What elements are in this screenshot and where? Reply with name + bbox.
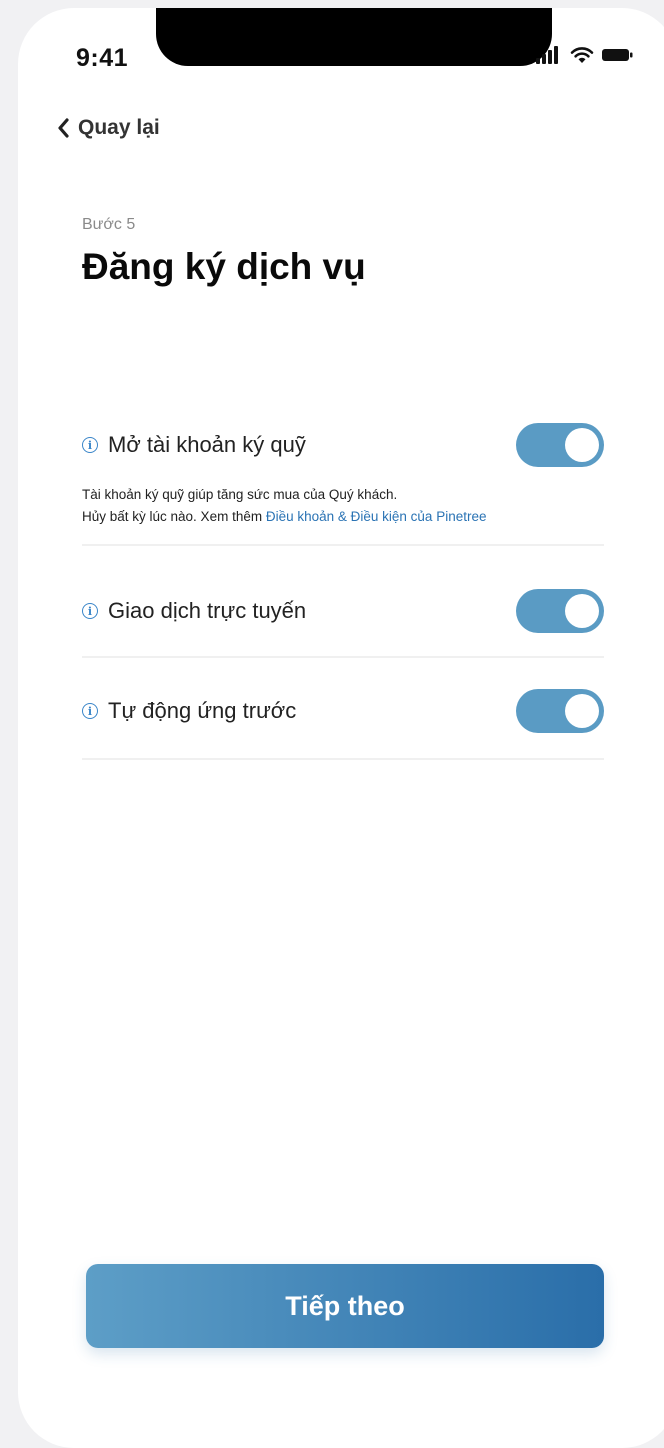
service-row-margin: i Mở tài khoản ký quỹ Tài khoản ký quỹ g… [82,420,604,546]
service-label: Giao dịch trực tuyến [108,598,307,623]
step-label: Bước 5 [82,216,136,233]
auto-advance-toggle[interactable] [516,689,604,733]
description-line-2: Hủy bất kỳ lúc nào. Xem thêm Điều khoản … [82,506,604,528]
terms-link[interactable]: Điều khoản & Điều kiện của Pinetree [266,509,487,524]
service-label: Tự động ứng trước [108,698,297,723]
battery-icon [602,49,633,61]
page-title: Đăng ký dịch vụ [82,246,366,287]
wifi-icon [570,47,594,63]
description-line-1: Tài khoản ký quỹ giúp tăng sức mua của Q… [82,487,398,502]
service-description: Tài khoản ký quỹ giúp tăng sức mua của Q… [82,484,604,544]
info-icon[interactable]: i [82,437,98,453]
service-row-online-trading: i Giao dịch trực tuyến [82,586,604,658]
toggle-knob [565,428,599,462]
service-label: Mở tài khoản ký quỹ [108,432,306,457]
chevron-left-icon [58,118,69,138]
info-icon[interactable]: i [82,603,98,619]
toggle-knob [565,694,599,728]
back-label: Quay lại [78,116,160,139]
next-button[interactable]: Tiếp theo [86,1264,604,1348]
back-button[interactable]: Quay lại [56,116,160,140]
margin-account-toggle[interactable] [516,423,604,467]
signal-icon [536,46,558,64]
online-trading-toggle[interactable] [516,589,604,633]
description-text: Hủy bất kỳ lúc nào. Xem thêm [82,509,266,524]
info-icon[interactable]: i [82,703,98,719]
notch [156,8,552,66]
service-row-auto-advance: i Tự động ứng trước [82,686,604,760]
phone-screen: 9:41 Quay lại Bước 5 Đăng ký dịch vụ i M… [18,8,664,1448]
toggle-knob [565,594,599,628]
status-time: 9:41 [76,44,129,72]
status-icons [536,46,634,64]
